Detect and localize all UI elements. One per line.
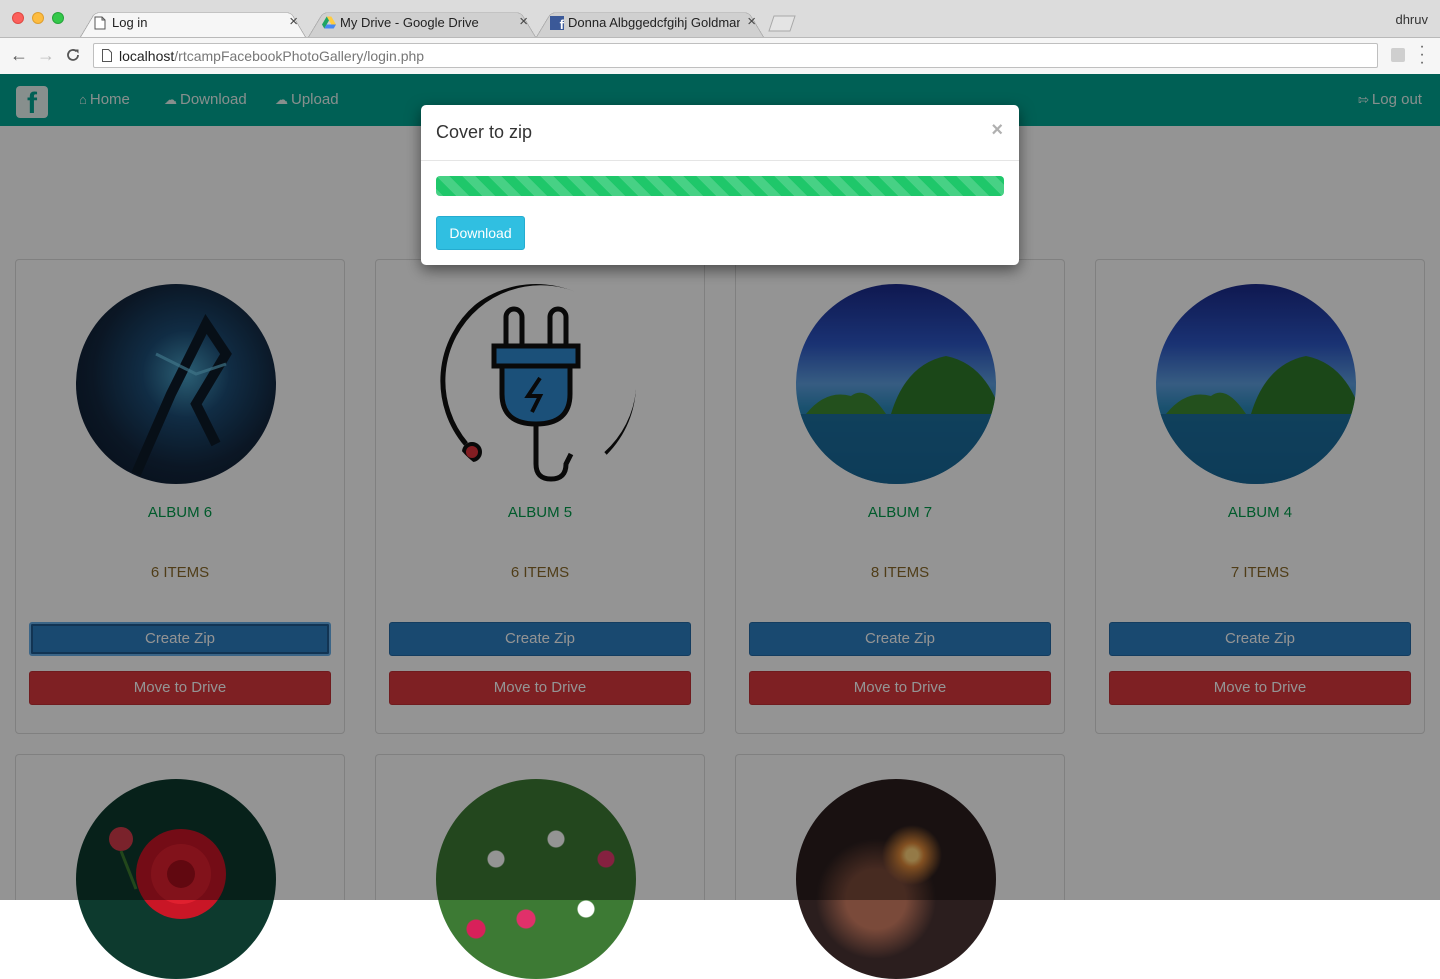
window-minimize-button[interactable] (32, 12, 44, 24)
tab-title: Log in (112, 15, 148, 30)
tab-close-icon[interactable]: × (289, 13, 298, 30)
new-tab-button[interactable] (768, 15, 796, 32)
window-zoom-button[interactable] (52, 12, 64, 24)
modal-header: Cover to zip × (421, 105, 1019, 161)
zip-progress-bar (436, 176, 1004, 196)
google-drive-icon (322, 16, 336, 29)
close-icon[interactable]: × (991, 119, 1003, 142)
extension-icon[interactable] (1391, 48, 1405, 62)
page-icon (94, 16, 106, 30)
url-text: localhost/rtcampFacebookPhotoGallery/log… (119, 48, 425, 64)
tab-close-icon[interactable]: × (519, 13, 528, 30)
cover-to-zip-modal: Cover to zip × Download (421, 105, 1019, 265)
progress-fill (436, 176, 1004, 196)
tab-title: My Drive - Google Drive (340, 15, 479, 30)
browser-menu-icon[interactable]: · · · (1417, 39, 1427, 71)
browser-tab-login[interactable]: Log in × (80, 8, 306, 37)
page-icon (102, 49, 112, 62)
tab-title: Donna Albggedcfgihj Goldman (568, 15, 740, 30)
download-button[interactable]: Download (436, 216, 525, 250)
profile-name[interactable]: dhruv (1395, 12, 1428, 27)
browser-tab-google-drive[interactable]: My Drive - Google Drive × (308, 8, 536, 37)
browser-toolbar: ← → localhost/rtcampFacebookPhotoGallery… (0, 38, 1440, 75)
browser-tab-facebook[interactable]: f Donna Albggedcfgihj Goldman × (536, 8, 764, 37)
back-arrow-icon[interactable]: ← (10, 45, 28, 66)
window-close-button[interactable] (12, 12, 24, 24)
address-bar[interactable]: localhost/rtcampFacebookPhotoGallery/log… (93, 43, 1378, 68)
modal-title: Cover to zip (436, 122, 533, 142)
tab-close-icon[interactable]: × (747, 13, 756, 30)
browser-tab-strip: Log in × My Drive - Google Drive × f Don… (0, 0, 1440, 38)
forward-arrow-icon[interactable]: → (37, 45, 55, 66)
facebook-icon: f (550, 16, 564, 30)
reload-icon[interactable] (65, 47, 81, 63)
